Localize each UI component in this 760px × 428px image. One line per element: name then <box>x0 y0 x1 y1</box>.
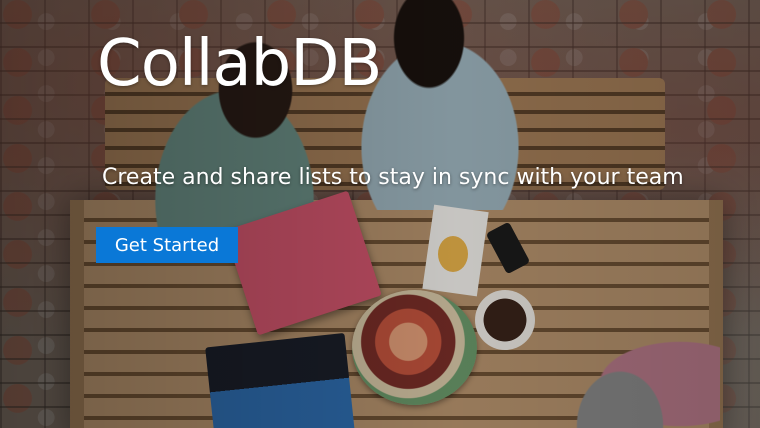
app-title: CollabDB <box>97 27 382 101</box>
get-started-button[interactable]: Get Started <box>96 227 238 263</box>
hero-tagline: Create and share lists to stay in sync w… <box>102 165 684 190</box>
